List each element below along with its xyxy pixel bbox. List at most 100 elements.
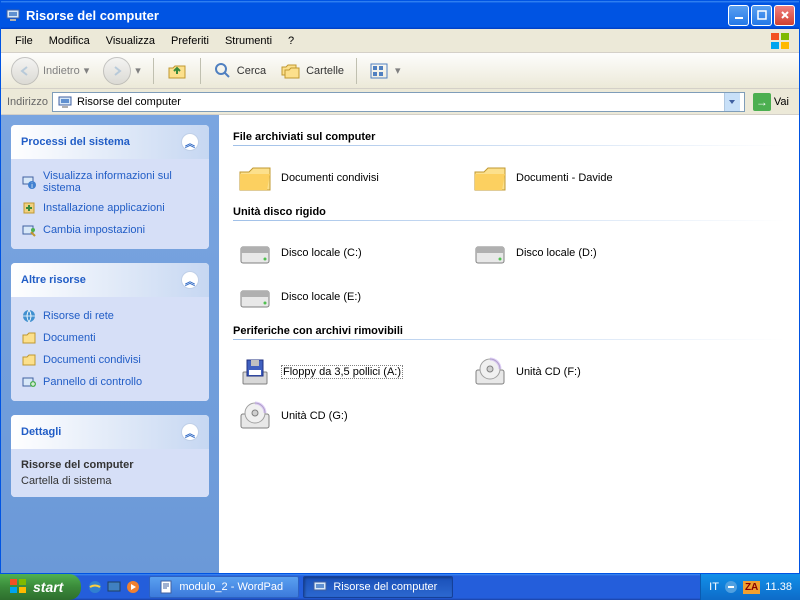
taskbar: start modulo_2 - WordPad Risorse del com…	[0, 574, 800, 600]
item-row: Floppy da 3,5 pollici (A:) Unità CD (F:) U…	[233, 350, 785, 438]
collapse-icon[interactable]: ︽	[181, 423, 199, 441]
task-label: Risorse del computer	[333, 581, 437, 593]
panel-body: Risorse di rete Documenti Documenti cond…	[11, 297, 209, 401]
up-button[interactable]	[162, 58, 192, 84]
forward-arrow-icon	[103, 57, 131, 85]
item-label: Documenti condivisi	[281, 172, 379, 184]
details-name: Risorse del computer	[21, 457, 199, 473]
wordpad-icon	[158, 579, 174, 595]
task-label: modulo_2 - WordPad	[179, 581, 283, 593]
panel-header[interactable]: Dettagli ︽	[11, 415, 209, 449]
my-computer-icon	[312, 579, 328, 595]
hdd-icon	[237, 237, 273, 269]
link-documents[interactable]: Documenti	[21, 327, 199, 349]
folder-icon	[237, 162, 273, 194]
link-settings[interactable]: Cambia impostazioni	[21, 219, 199, 241]
menu-view[interactable]: Visualizza	[98, 32, 163, 50]
address-label: Indirizzo	[7, 96, 48, 108]
panel-title: Dettagli	[21, 426, 61, 438]
link-add-remove[interactable]: Installazione applicazioni	[21, 197, 199, 219]
item-label: Disco locale (C:)	[281, 247, 362, 259]
link-network[interactable]: Risorse di rete	[21, 305, 199, 327]
drive-item[interactable]: Disco locale (D:)	[468, 231, 703, 275]
tray-icon[interactable]	[724, 580, 738, 594]
quick-launch	[81, 579, 147, 595]
panel-header[interactable]: Processi del sistema ︽	[11, 125, 209, 159]
panel-other-places: Altre risorse ︽ Risorse di rete Document…	[11, 263, 209, 401]
drive-item[interactable]: Documenti condivisi	[233, 156, 468, 200]
my-computer-icon	[57, 94, 73, 110]
drive-item[interactable]: Disco locale (E:)	[233, 275, 468, 319]
address-dropdown[interactable]	[724, 93, 740, 111]
panel-header[interactable]: Altre risorse ︽	[11, 263, 209, 297]
item-label: Unità CD (F:)	[516, 366, 581, 378]
details-type: Cartella di sistema	[21, 473, 199, 489]
settings-icon	[21, 222, 37, 238]
window-controls	[728, 5, 795, 26]
taskbar-item-wordpad[interactable]: modulo_2 - WordPad	[149, 576, 299, 598]
address-input[interactable]: Risorse del computer	[52, 92, 745, 112]
taskbar-item-mycomputer[interactable]: Risorse del computer	[303, 576, 453, 598]
minimize-button[interactable]	[728, 5, 749, 26]
panel-body: i Visualizza informazioni sul sistema In…	[11, 159, 209, 249]
tray-icon-za[interactable]: ZA	[743, 581, 760, 594]
language-indicator[interactable]: IT	[709, 581, 719, 593]
control-panel-icon	[21, 374, 37, 390]
start-label: start	[33, 579, 63, 595]
menu-favorites[interactable]: Preferiti	[163, 32, 217, 50]
ie-icon[interactable]	[87, 579, 103, 595]
main-view: File archiviati sul computer Documenti co…	[219, 115, 799, 573]
media-icon[interactable]	[125, 579, 141, 595]
item-label: Floppy da 3,5 pollici (A:)	[281, 365, 403, 379]
item-row: Documenti condivisi Documenti - Davide	[233, 156, 785, 200]
link-shared-docs[interactable]: Documenti condivisi	[21, 349, 199, 371]
section-divider	[233, 220, 785, 221]
back-button[interactable]: Indietro ▾	[7, 55, 93, 87]
menu-edit[interactable]: Modifica	[41, 32, 98, 50]
folder-up-icon	[166, 60, 188, 82]
folder-icon	[21, 330, 37, 346]
drive-item[interactable]: Disco locale (C:)	[233, 231, 468, 275]
back-arrow-icon	[11, 57, 39, 85]
hdd-icon	[237, 281, 273, 313]
clock[interactable]: 11.38	[765, 581, 792, 593]
cd-icon	[472, 356, 508, 388]
back-label: Indietro	[43, 65, 80, 77]
start-button[interactable]: start	[0, 574, 81, 600]
item-label: Disco locale (D:)	[516, 247, 597, 259]
panel-body: Risorse del computer Cartella di sistema	[11, 449, 209, 497]
address-value: Risorse del computer	[77, 96, 720, 108]
menu-file[interactable]: File	[7, 32, 41, 50]
menu-tools[interactable]: Strumenti	[217, 32, 280, 50]
link-system-info[interactable]: i Visualizza informazioni sul sistema	[21, 167, 199, 197]
separator	[200, 58, 201, 84]
collapse-icon[interactable]: ︽	[181, 271, 199, 289]
desktop-icon[interactable]	[106, 579, 122, 595]
item-label: Unità CD (G:)	[281, 410, 348, 422]
section-title: File archiviati sul computer	[233, 131, 785, 143]
go-button[interactable]: → Vai	[749, 91, 793, 113]
go-label: Vai	[774, 96, 789, 108]
close-button[interactable]	[774, 5, 795, 26]
separator	[153, 58, 154, 84]
maximize-button[interactable]	[751, 5, 772, 26]
folder-icon	[472, 162, 508, 194]
views-button[interactable]: ▾	[365, 60, 405, 82]
system-tray: IT ZA 11.38	[700, 574, 800, 600]
collapse-icon[interactable]: ︽	[181, 133, 199, 151]
chevron-down-icon: ▾	[395, 64, 401, 77]
drive-item[interactable]: Documenti - Davide	[468, 156, 703, 200]
drive-item[interactable]: Unità CD (G:)	[233, 394, 468, 438]
folders-button[interactable]: Cartelle	[276, 59, 348, 83]
search-label: Cerca	[237, 65, 266, 77]
item-label: Disco locale (E:)	[281, 291, 361, 303]
menu-help[interactable]: ?	[280, 32, 302, 50]
titlebar[interactable]: Risorse del computer	[1, 1, 799, 29]
sidebar: Processi del sistema ︽ i Visualizza info…	[1, 115, 219, 573]
forward-button[interactable]: ▾	[99, 55, 145, 87]
drive-item[interactable]: Unità CD (F:)	[468, 350, 703, 394]
search-button[interactable]: Cerca	[209, 59, 270, 83]
link-control-panel[interactable]: Pannello di controllo	[21, 371, 199, 393]
folder-icon	[21, 352, 37, 368]
drive-item[interactable]: Floppy da 3,5 pollici (A:)	[233, 350, 468, 394]
